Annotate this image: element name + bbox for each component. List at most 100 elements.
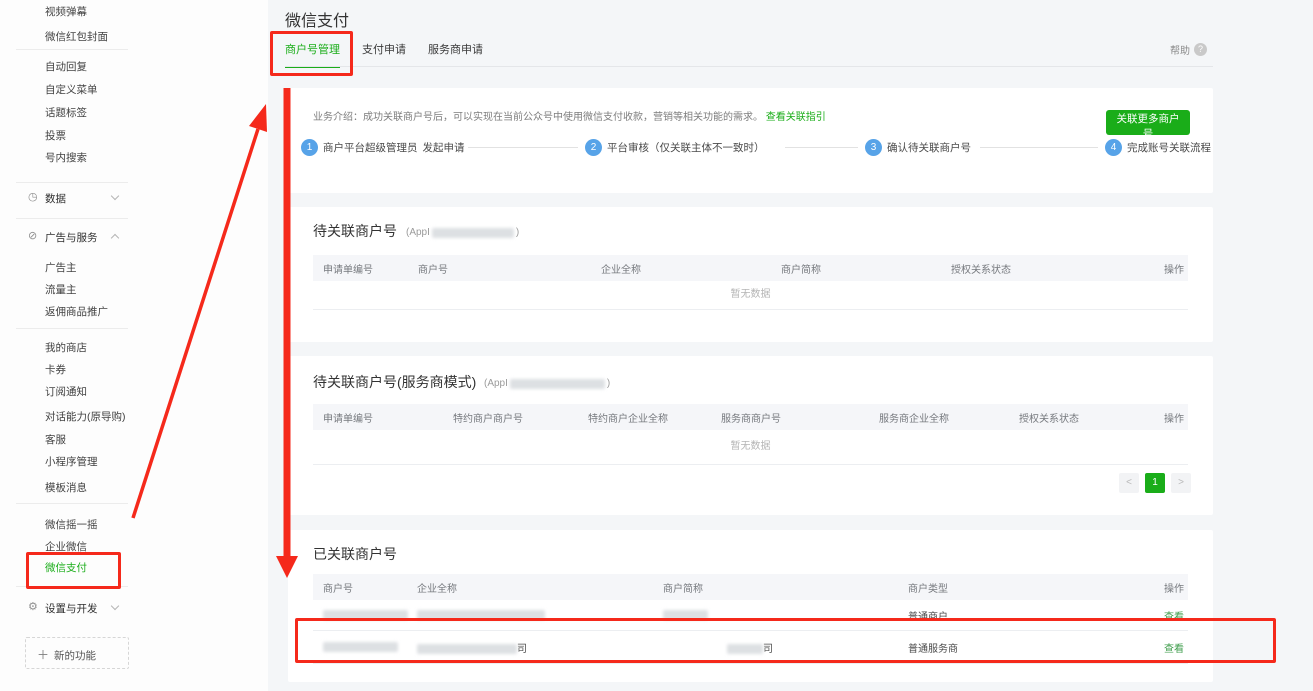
merchant-type: 普通服务商: [898, 640, 1145, 655]
appid-suffix: ): [516, 227, 519, 238]
pagination: < 1 >: [1119, 473, 1191, 493]
col-header: 商户号: [313, 580, 407, 595]
merchant-shortname-redacted: [727, 644, 763, 654]
linked-merchants-table: 商户号 企业全称 商户简称 商户类型 操作 普通商户 查看 司 司 普通服务商 …: [313, 574, 1188, 664]
pagination-prev-button[interactable]: <: [1119, 473, 1139, 493]
col-header: 服务商商户号: [711, 410, 869, 425]
pending-merchants-card: 待关联商户号 (AppI ) 申请单编号 商户号 企业全称 商户简称 授权关系状…: [288, 207, 1213, 342]
pending-sp-title: 待关联商户号(服务商模式): [313, 372, 476, 392]
tab-bar: 商户号管理 支付申请 服务商申请: [285, 41, 483, 68]
col-header: 商户号: [408, 261, 591, 276]
col-header: 企业全称: [407, 580, 653, 595]
col-header: 申请单编号: [313, 410, 443, 425]
appid-prefix: (AppI: [484, 378, 508, 389]
view-link[interactable]: 查看: [1164, 644, 1184, 655]
sidebar-divider: [16, 503, 128, 504]
empty-state-text: 暂无数据: [313, 281, 1188, 310]
sidebar-item-miniprogram-mgmt[interactable]: 小程序管理: [45, 454, 98, 469]
intro-card: 业务介绍：成功关联商户号后，可以实现在当前公众号中使用微信支付收款，营销等相关功…: [288, 88, 1213, 193]
sidebar-item-traffic-owner[interactable]: 流量主: [45, 282, 77, 297]
col-header: 商户类型: [898, 580, 1145, 595]
gear-icon: ⚙: [28, 600, 38, 613]
table-header-row: 申请单编号 商户号 企业全称 商户简称 授权关系状态 操作: [313, 255, 1188, 281]
sidebar-item-wechat-shake[interactable]: 微信摇一摇: [45, 517, 98, 532]
step-label: 完成账号关联流程: [1127, 140, 1211, 155]
sidebar: 视频弹幕 微信红包封面 自动回复 自定义菜单 话题标签 投票 号内搜索 ◷ 数据…: [0, 0, 268, 691]
sidebar-item-custom-menu[interactable]: 自定义菜单: [45, 82, 98, 97]
chevron-down-icon: [111, 192, 119, 200]
link-more-merchants-button[interactable]: 关联更多商户号: [1106, 110, 1190, 135]
col-header: 操作: [1145, 580, 1188, 595]
step-connector: [785, 147, 858, 148]
chevron-up-icon: [111, 234, 119, 242]
col-header: 服务商企业全称: [869, 410, 1009, 425]
tab-provider-apply[interactable]: 服务商申请: [428, 41, 483, 68]
wechat-pay-admin-page: 视频弹幕 微信红包封面 自动回复 自定义菜单 话题标签 投票 号内搜索 ◷ 数据…: [0, 0, 1313, 691]
col-header: 特约商户商户号: [443, 410, 578, 425]
step-number-badge: 1: [301, 139, 318, 156]
company-name-redacted: [417, 610, 545, 620]
sidebar-section-ads-services[interactable]: ⊘ 广告与服务: [0, 229, 140, 245]
pie-chart-icon: ◷: [28, 190, 38, 203]
help-link[interactable]: 帮助 ?: [1170, 42, 1207, 57]
sidebar-item-auto-reply[interactable]: 自动回复: [45, 59, 87, 74]
table-row: 司 司 普通服务商 查看: [313, 631, 1188, 664]
appid-suffix: ): [607, 378, 610, 389]
view-link[interactable]: 查看: [1164, 612, 1184, 623]
sidebar-item-vote[interactable]: 投票: [45, 128, 66, 143]
association-guide-link[interactable]: 查看关联指引: [766, 112, 826, 123]
col-header: 申请单编号: [313, 261, 408, 276]
step-2: 2 平台审核（仅关联主体不一致时）: [585, 139, 765, 156]
business-intro-text: 业务介绍：成功关联商户号后，可以实现在当前公众号中使用微信支付收款，营销等相关功…: [313, 112, 763, 123]
chevron-down-icon: [111, 602, 119, 610]
sidebar-item-card-coupon[interactable]: 卡券: [45, 362, 66, 377]
sidebar-item-redpacket-cover[interactable]: 微信红包封面: [45, 29, 108, 44]
sidebar-item-topic-tag[interactable]: 话题标签: [45, 105, 87, 120]
appid-redacted: [432, 228, 514, 238]
sidebar-item-advertiser[interactable]: 广告主: [45, 260, 77, 275]
company-name-suffix: 司: [517, 644, 527, 655]
pagination-page-1[interactable]: 1: [1145, 473, 1165, 493]
step-connector: [980, 147, 1098, 148]
appid-prefix: (AppI: [406, 227, 430, 238]
shortname-suffix: 司: [763, 644, 773, 655]
sidebar-divider: [16, 49, 128, 50]
col-header: 操作: [1143, 261, 1188, 276]
sidebar-item-my-shop[interactable]: 我的商店: [45, 340, 87, 355]
sidebar-item-wecom[interactable]: 企业微信: [45, 539, 87, 554]
pagination-next-button[interactable]: >: [1171, 473, 1191, 493]
new-features-button[interactable]: ＋ 新的功能: [25, 637, 129, 669]
step-3: 3 确认待关联商户号: [865, 139, 971, 156]
col-header: 企业全称: [591, 261, 771, 276]
sidebar-section-settings-dev[interactable]: ⚙ 设置与开发: [0, 600, 140, 616]
sidebar-item-template-message[interactable]: 模板消息: [45, 480, 87, 495]
step-number-badge: 2: [585, 139, 602, 156]
sidebar-divider: [16, 218, 128, 219]
initiate-apply-link[interactable]: 发起申请: [423, 140, 465, 155]
sidebar-item-search-in-account[interactable]: 号内搜索: [45, 150, 87, 165]
merchant-id-redacted: [323, 642, 398, 652]
sidebar-section-label: 广告与服务: [45, 230, 98, 245]
merchant-type: 普通商户: [898, 608, 1145, 623]
tab-merchant-management[interactable]: 商户号管理: [285, 41, 340, 68]
col-header: 授权关系状态: [941, 261, 1143, 276]
sidebar-section-data[interactable]: ◷ 数据: [0, 190, 140, 206]
sidebar-item-video-danmu[interactable]: 视频弹幕: [45, 4, 87, 19]
sidebar-item-dialog-ability[interactable]: 对话能力(原导购): [45, 409, 126, 424]
merchant-id-redacted: [323, 610, 408, 620]
linked-merchants-card: 已关联商户号 商户号 企业全称 商户简称 商户类型 操作 普通商户 查看 司 司…: [288, 530, 1213, 682]
sidebar-item-rebate-promo[interactable]: 返佣商品推广: [45, 304, 108, 319]
sidebar-item-subscribe-notice[interactable]: 订阅通知: [45, 384, 87, 399]
step-label: 平台审核（仅关联主体不一致时）: [607, 140, 765, 155]
empty-state-text: 暂无数据: [313, 430, 1188, 465]
question-mark-icon: ?: [1194, 43, 1207, 56]
tab-payment-apply[interactable]: 支付申请: [362, 41, 406, 68]
sidebar-item-customer-service[interactable]: 客服: [45, 432, 66, 447]
table-header-row: 申请单编号 特约商户商户号 特约商户企业全称 服务商商户号 服务商企业全称 授权…: [313, 404, 1188, 430]
sidebar-divider: [16, 182, 128, 183]
step-4: 4 完成账号关联流程: [1105, 139, 1211, 156]
sidebar-item-wechat-pay[interactable]: 微信支付: [45, 560, 87, 575]
col-header: 操作: [1146, 410, 1188, 425]
new-features-label: 新的功能: [54, 648, 96, 663]
appid-redacted: [510, 379, 605, 389]
